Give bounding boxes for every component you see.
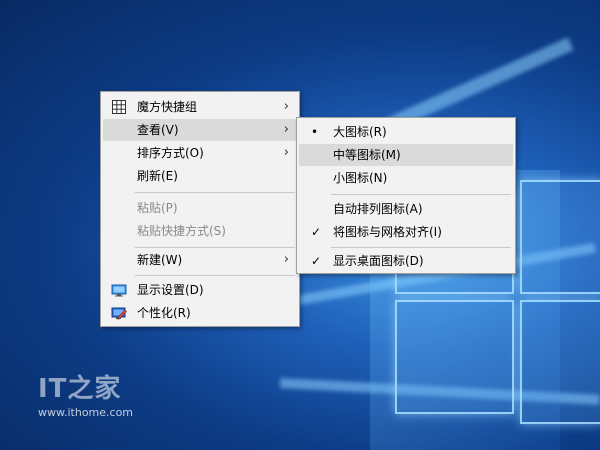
submenu-item-small-icons[interactable]: 小图标(N) [299,167,513,189]
menu-item-label: 粘贴(P) [137,201,178,215]
menu-item-label: 排序方式(O) [137,146,204,160]
menu-item-label: 将图标与网格对齐(I) [333,225,442,239]
menu-item-label: 魔方快捷组 [137,100,198,114]
checkmark-icon: ✓ [311,225,322,239]
menu-item-label: 个性化(R) [137,306,191,320]
grid-icon [111,99,127,115]
menu-item-paste[interactable]: 粘贴(P) [103,197,297,219]
menu-item-label: 刷新(E) [137,169,178,183]
menu-item-label: 大图标(R) [333,125,387,139]
menu-item-label: 小图标(N) [333,171,388,185]
menu-item-display-settings[interactable]: 显示设置(D) [103,279,297,301]
windows-logo-pane [395,300,514,414]
watermark: IT之家 www.ithome.com [38,368,148,428]
radio-dot-icon: • [311,125,319,139]
menu-separator [331,194,511,195]
desktop-context-menu: 魔方快捷组 › 查看(V) › 排序方式(O) › 刷新(E) 粘贴(P) 粘贴… [100,91,300,327]
submenu-item-align-to-grid[interactable]: ✓ 将图标与网格对齐(I) [299,221,513,243]
submenu-arrow-icon: › [283,99,289,114]
menu-item-mofang-quick-group[interactable]: 魔方快捷组 › [103,96,297,118]
menu-item-label: 显示设置(D) [137,283,204,297]
menu-item-paste-shortcut[interactable]: 粘贴快捷方式(S) [103,220,297,242]
checkmark-icon: ✓ [311,254,322,268]
submenu-item-show-desktop-icons[interactable]: ✓ 显示桌面图标(D) [299,250,513,272]
watermark-url: www.ithome.com [38,406,134,419]
menu-item-label: 新建(W) [137,253,183,267]
menu-item-label: 粘贴快捷方式(S) [137,224,226,238]
submenu-item-medium-icons[interactable]: 中等图标(M) [299,144,513,166]
windows-logo-pane [520,180,600,294]
menu-separator [135,192,295,193]
menu-item-sort-by[interactable]: 排序方式(O) › [103,142,297,164]
menu-item-label: 显示桌面图标(D) [333,254,424,268]
view-submenu: • 大图标(R) 中等图标(M) 小图标(N) 自动排列图标(A) ✓ 将图标与… [296,117,516,274]
submenu-arrow-icon: › [283,145,289,160]
windows-logo-pane [520,300,600,424]
menu-item-view[interactable]: 查看(V) › [103,119,297,141]
submenu-item-auto-arrange[interactable]: 自动排列图标(A) [299,198,513,220]
menu-item-new[interactable]: 新建(W) › [103,249,297,271]
display-settings-icon [111,282,127,298]
watermark-logo: IT之家 [38,374,122,404]
submenu-arrow-icon: › [283,122,289,137]
menu-item-label: 自动排列图标(A) [333,202,423,216]
submenu-arrow-icon: › [283,252,289,267]
menu-separator [331,247,511,248]
menu-item-label: 查看(V) [137,123,179,137]
menu-item-personalize[interactable]: 个性化(R) [103,302,297,324]
menu-separator [135,275,295,276]
menu-separator [135,247,295,248]
personalize-icon [111,305,127,321]
menu-item-label: 中等图标(M) [333,148,401,162]
menu-item-refresh[interactable]: 刷新(E) [103,165,297,187]
submenu-item-large-icons[interactable]: • 大图标(R) [299,121,513,143]
